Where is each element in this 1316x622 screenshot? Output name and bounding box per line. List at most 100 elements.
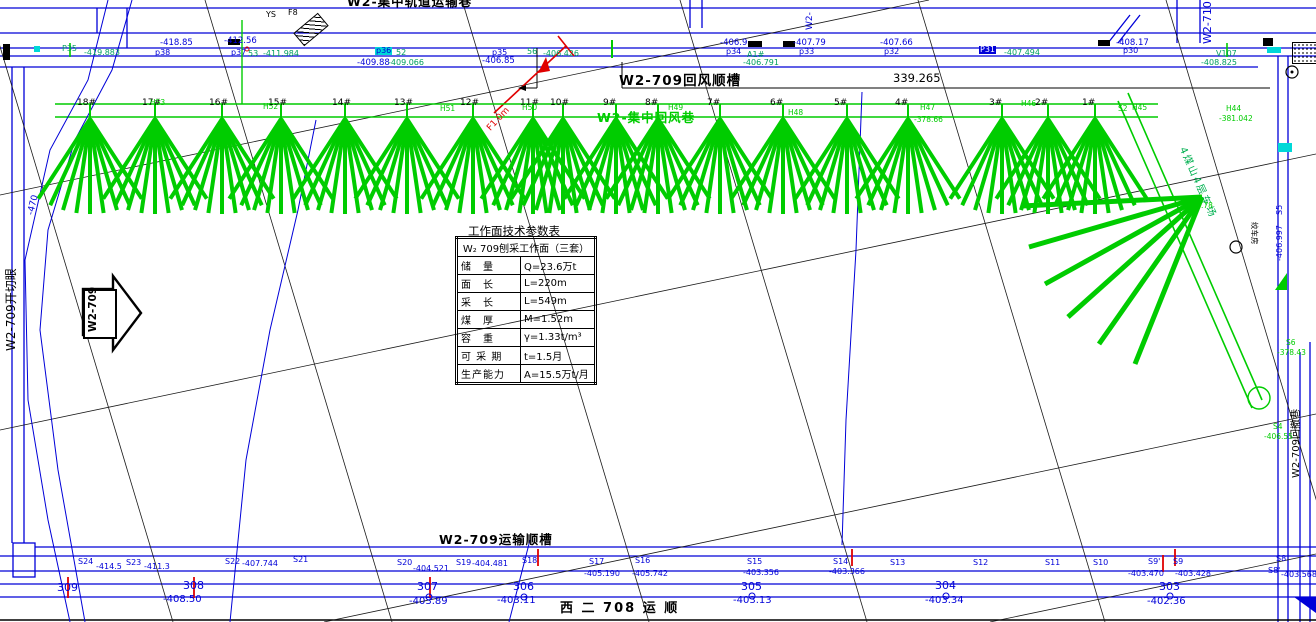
drawing-rect <box>1263 38 1273 46</box>
station-number: 309 <box>57 582 78 593</box>
survey-point-label: S8 <box>1276 555 1286 563</box>
table-row: 容 重γ=1.33t/m³ <box>457 329 596 347</box>
survey-point-label: p30 <box>1123 47 1138 55</box>
drawing-rect <box>748 41 762 47</box>
survey-point-label: p34 <box>726 48 741 56</box>
table-row: 储 量Q=23.6万t <box>457 257 596 275</box>
drawing-line <box>205 0 392 622</box>
param-value: L=220m <box>521 275 596 293</box>
survey-point-label: 56 <box>527 48 537 56</box>
west2-708-gateway-label: 西 二 708 运 顺 <box>560 602 679 615</box>
h-point-label: H52 <box>263 103 278 111</box>
return-airway-label: W2-709回风顺槽 <box>619 75 741 89</box>
drawing-rect <box>34 46 40 52</box>
elevation-label: -378.66 <box>914 116 943 124</box>
drawing-circle <box>1291 71 1294 74</box>
table-row: 生产能力A=15.5万t/月 <box>457 365 596 384</box>
station-number: 303 <box>1159 581 1180 592</box>
drawing-polygon <box>1294 597 1316 613</box>
elevation-label: -418.85 <box>160 39 193 48</box>
drawing-polygon <box>538 57 550 73</box>
station-elevation: -403.11 <box>497 596 536 606</box>
open-cut-label: W2-709开切眼 <box>5 268 17 351</box>
drawing-rect <box>3 44 10 60</box>
table-header: W₂ 709刨采工作面（三套） <box>457 238 596 257</box>
fan-number-label: 6# <box>770 99 783 108</box>
param-value: Q=23.6万t <box>521 257 596 275</box>
elevation-label: -409.066 <box>388 59 424 67</box>
transport-gateway-label: W2-709运输顺槽 <box>439 534 553 547</box>
rail-transport-roadway-label: W2-集中轨道运输巷 <box>347 0 472 9</box>
withdrawal-roadway-label: W2-709回撤巷 <box>1292 409 1302 478</box>
drawing-rect <box>1278 143 1292 152</box>
survey-point-label: S13 <box>890 559 905 567</box>
table-row: 采 长L=549m <box>457 293 596 311</box>
param-value: M=1.52m <box>521 311 596 329</box>
station-number: 307 <box>417 581 438 592</box>
survey-point-label: p32 <box>884 48 899 56</box>
elevation-label: -404.481 <box>472 560 508 568</box>
elevation-label: -381.042 <box>1219 115 1253 123</box>
map-label: F8 <box>288 9 298 17</box>
survey-point-label: 53 <box>248 50 258 58</box>
drawing-polygon <box>1275 273 1287 290</box>
elevation-label: -406.791 <box>743 59 779 67</box>
param-value: A=15.5万t/月 <box>521 365 596 384</box>
survey-point-label: S5 <box>1276 205 1284 215</box>
h-point-label: H44 <box>1226 105 1241 113</box>
elevation-label: -405.742 <box>632 570 668 578</box>
survey-point-label: S8' <box>1268 567 1280 575</box>
h-point-label: H48 <box>788 109 803 117</box>
h-point-label: H53 <box>150 99 165 107</box>
station-number: 304 <box>935 580 956 591</box>
survey-point-label: P35 <box>62 45 77 53</box>
elevation-label: -407.494 <box>1004 49 1040 57</box>
param-label: 储 量 <box>457 257 521 275</box>
survey-point-label: S18 <box>522 557 537 565</box>
param-label: 面 长 <box>457 275 521 293</box>
survey-point-label: S19 <box>456 559 471 567</box>
survey-point-label: p38 <box>155 49 170 57</box>
survey-point-label: S24 <box>78 558 93 566</box>
survey-point-label: S23 <box>126 559 141 567</box>
elevation-label: -405.190 <box>584 570 620 578</box>
param-value: L=549m <box>521 293 596 311</box>
elevation-label: -406.55 <box>1264 433 1293 441</box>
elevation-label: -378.43 <box>1277 349 1306 357</box>
survey-point-label: p33 <box>799 48 814 56</box>
param-value: γ=1.33t/m³ <box>521 329 596 347</box>
table-title: 工作面技术参数表 <box>468 223 560 239</box>
h-point-label: H51 <box>440 105 455 113</box>
measure-length-label: 339.265 <box>893 73 941 85</box>
fan-number-label: 18# <box>77 99 96 108</box>
elevation-label: -412.56 <box>224 37 257 46</box>
elevation-label: -404.521 <box>413 565 449 573</box>
survey-point-label: S4 <box>1273 423 1283 431</box>
param-label: 煤 厚 <box>457 311 521 329</box>
map-label: YS <box>266 11 276 19</box>
survey-point-label: S14 <box>833 558 848 566</box>
survey-point-label: P31 <box>979 46 996 54</box>
elevation-label: -378.78 <box>1184 202 1213 210</box>
h-point-label: S2 <box>1118 105 1128 113</box>
elevation-label: -406.997 <box>1276 225 1284 261</box>
survey-point-label: S6 <box>1286 339 1296 347</box>
survey-point-label: S9 <box>1173 558 1183 566</box>
fan-number-label: 1# <box>1082 99 1095 108</box>
survey-point-label: S15 <box>747 558 762 566</box>
survey-point-label: p37 <box>231 49 246 57</box>
station-number: 305 <box>741 581 762 592</box>
elevation-label: -406.426 <box>543 50 579 58</box>
fan-number-label: 7# <box>707 99 720 108</box>
fan-number-label: 8# <box>645 99 658 108</box>
fan-number-label: 16# <box>209 99 228 108</box>
h-point-label: H45 <box>1132 104 1147 112</box>
elevation-label: -407.744 <box>242 560 278 568</box>
param-label: 可 采 期 <box>457 347 521 365</box>
param-label: 生产能力 <box>457 365 521 384</box>
elevation-label: -411.984 <box>263 50 299 58</box>
station-elevation: -403.89 <box>409 597 448 607</box>
elevation-label: -408.825 <box>1201 59 1237 67</box>
survey-point-label: S9' <box>1148 558 1160 566</box>
elevation-label: -406.85 <box>482 57 515 66</box>
